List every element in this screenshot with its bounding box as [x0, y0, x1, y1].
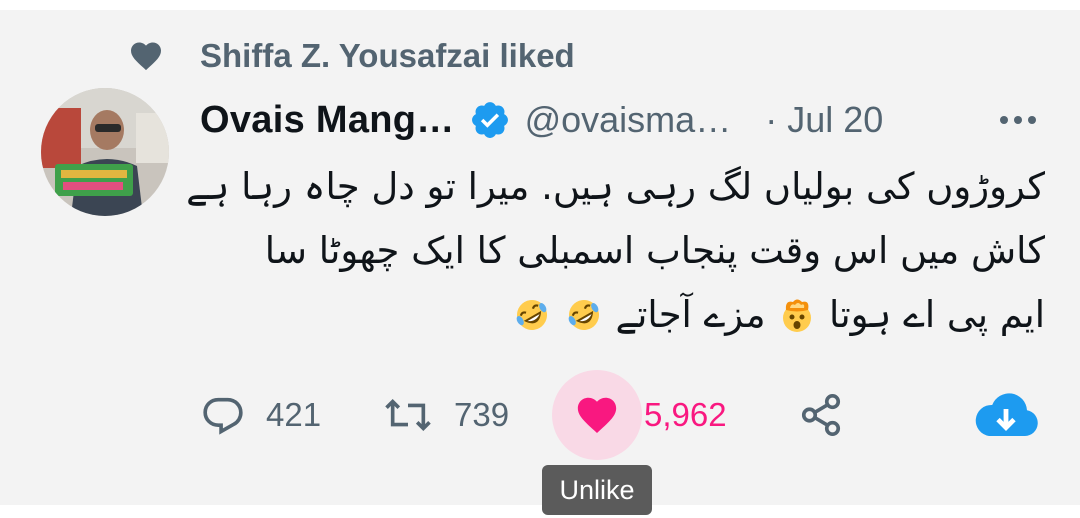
- tweet-text-line-3: ایم پی اے ہوتا مزے آجاتے: [200, 283, 1045, 347]
- reply-icon: [203, 397, 243, 435]
- user-handle[interactable]: @ovaisma…: [525, 99, 732, 141]
- verified-badge-icon[interactable]: [469, 99, 511, 141]
- tweet-text-line-2: کاش میں اس وقت پنجاب اسمبلی کا ایک چھوٹا…: [264, 229, 1045, 272]
- tweet-text-line-3a: ایم پی اے ہوتا: [829, 293, 1045, 336]
- avatar-image: [41, 88, 169, 216]
- separator-dot: ·: [765, 99, 778, 140]
- rofl-emoji-icon: [516, 300, 547, 330]
- display-name[interactable]: Ovais Mang…: [200, 99, 455, 142]
- tweet-text-line-1: کروڑوں کی بولیاں لگ رہی ہیں. میرا تو دل …: [186, 165, 1045, 208]
- retweet-icon: [385, 399, 431, 431]
- tweet-actions: 421 739 5,962: [200, 370, 1050, 460]
- tweet-text: کروڑوں کی بولیاں لگ رہی ہیں. میرا تو دل …: [186, 155, 1045, 347]
- rofl-emoji-icon: [568, 300, 599, 330]
- tweet-date[interactable]: Jul 20: [787, 99, 883, 141]
- heart-filled-icon: [577, 397, 617, 434]
- reply-button[interactable]: 421: [200, 370, 321, 460]
- more-icon: [1000, 116, 1036, 124]
- unlike-tooltip: Unlike: [542, 465, 652, 515]
- social-context-text[interactable]: Shiffa Z. Yousafzai liked: [200, 37, 575, 75]
- share-icon: [801, 394, 841, 436]
- more-options-button[interactable]: [986, 100, 1050, 140]
- heart-icon: [131, 42, 161, 71]
- avatar[interactable]: [41, 88, 169, 216]
- tweet-text-line-3b: مزے آجاتے: [615, 293, 766, 336]
- reply-count: 421: [266, 396, 322, 433]
- cloud-download-icon: [975, 393, 1038, 436]
- tweet-header: Ovais Mang… @ovaisma… · Jul 20: [200, 92, 1050, 148]
- like-button[interactable]: 5,962: [552, 370, 727, 460]
- social-context: Shiffa Z. Yousafzai liked: [128, 28, 575, 84]
- retweet-button[interactable]: 739: [382, 370, 509, 460]
- like-count: 5,962: [644, 396, 727, 433]
- download-button[interactable]: [973, 370, 1039, 460]
- share-button[interactable]: [798, 370, 844, 460]
- like-highlight[interactable]: [552, 370, 642, 460]
- retweet-count: 739: [454, 396, 510, 433]
- exploding-head-emoji-icon: [783, 299, 812, 332]
